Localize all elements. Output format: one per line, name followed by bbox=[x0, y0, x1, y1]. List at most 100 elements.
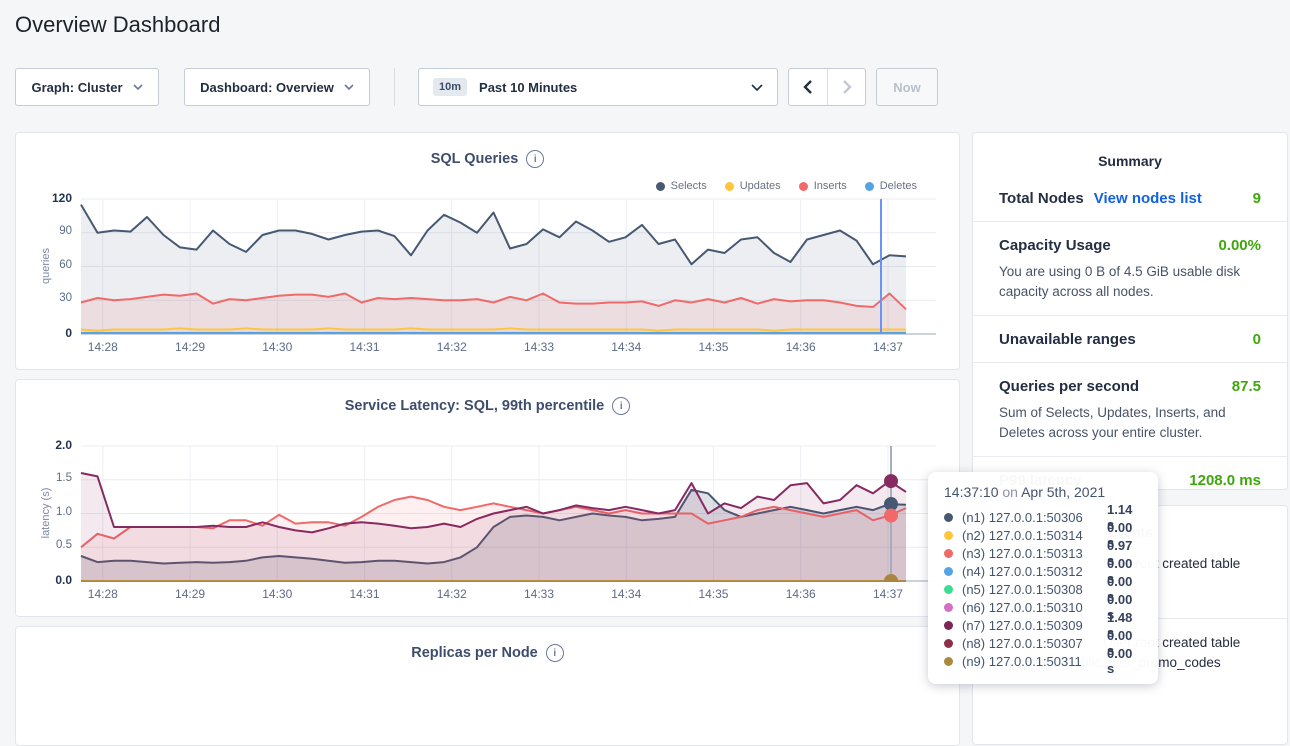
y-tick-label: 1.0 bbox=[56, 506, 72, 518]
x-tick-label: 14:33 bbox=[517, 587, 561, 601]
sql-queries-panel: SQL Queries Selects Updates Inserts Deletes… bbox=[15, 132, 960, 370]
y-tick-label: 0 bbox=[65, 326, 72, 340]
y-tick-label: 90 bbox=[59, 225, 72, 237]
node-color-dot bbox=[944, 513, 953, 522]
summary-value: 9 bbox=[1253, 190, 1261, 207]
summary-header: Summary bbox=[973, 153, 1287, 169]
legend-item-selects[interactable]: Selects bbox=[656, 180, 707, 192]
legend-item-deletes[interactable]: Deletes bbox=[865, 180, 917, 192]
node-address: (n6) 127.0.0.1:50310 bbox=[962, 600, 1107, 615]
summary-label: Capacity Usage bbox=[999, 237, 1111, 254]
x-tick-label: 14:33 bbox=[517, 340, 561, 354]
summary-value: 0 bbox=[1253, 331, 1261, 348]
service-latency-panel: Service Latency: SQL, 99th percentile la… bbox=[15, 379, 960, 617]
time-range-picker[interactable]: 10m Past 10 Minutes bbox=[418, 68, 778, 106]
view-nodes-list-link[interactable]: View nodes list bbox=[1094, 190, 1202, 207]
summary-label: Unavailable ranges bbox=[999, 331, 1136, 348]
chevron-left-icon bbox=[802, 79, 813, 95]
service-latency-title: Service Latency: SQL, 99th percentile bbox=[345, 398, 605, 414]
x-tick-label: 14:37 bbox=[866, 340, 910, 354]
graph-select-dropdown[interactable]: Graph: Cluster bbox=[15, 68, 159, 106]
toolbar-divider bbox=[394, 68, 395, 106]
time-range-badge: 10m bbox=[433, 78, 467, 96]
time-step-buttons bbox=[788, 68, 866, 106]
x-tick-label: 14:36 bbox=[779, 340, 823, 354]
x-tick-label: 14:28 bbox=[81, 340, 125, 354]
node-color-dot bbox=[944, 657, 953, 666]
legend-item-inserts[interactable]: Inserts bbox=[799, 180, 847, 192]
x-tick-label: 14:30 bbox=[255, 340, 299, 354]
dashboard-select-label: Dashboard: Overview bbox=[200, 80, 334, 95]
node-address: (n7) 127.0.0.1:50309 bbox=[962, 618, 1107, 633]
legend-label: Selects bbox=[671, 180, 707, 192]
legend-dot bbox=[865, 182, 874, 191]
x-tick-label: 14:36 bbox=[779, 587, 823, 601]
replicas-per-node-panel: Replicas per Node bbox=[15, 626, 960, 746]
node-address: (n5) 127.0.0.1:50308 bbox=[962, 582, 1107, 597]
summary-description: Sum of Selects, Updates, Inserts, and De… bbox=[999, 403, 1261, 442]
node-color-dot bbox=[944, 639, 953, 648]
x-tick-label: 14:29 bbox=[168, 587, 212, 601]
summary-label: Total Nodes bbox=[999, 190, 1084, 207]
legend-item-updates[interactable]: Updates bbox=[725, 180, 781, 192]
summary-item-capacity-usage: Capacity Usage 0.00% You are using 0 B o… bbox=[973, 222, 1287, 316]
tooltip-timestamp: 14:37:10 on Apr 5th, 2021 bbox=[944, 484, 1142, 500]
summary-value: 87.5 bbox=[1232, 378, 1261, 395]
x-axis-labels: 14:2814:2914:3014:3114:3214:3314:3414:35… bbox=[81, 587, 936, 601]
x-axis-labels: 14:28 14:29 14:30 14:31 14:32 14:33 14:34 14:35… bbox=[81, 340, 936, 354]
dashboard-select-dropdown[interactable]: Dashboard: Overview bbox=[184, 68, 370, 106]
node-address: (n1) 127.0.0.1:50306 bbox=[962, 510, 1107, 525]
summary-value: 1208.0 ms bbox=[1189, 472, 1261, 489]
node-color-dot bbox=[944, 621, 953, 630]
summary-item-total-nodes: Total Nodes View nodes list 9 bbox=[973, 175, 1287, 222]
graph-select-label: Graph: Cluster bbox=[31, 80, 122, 95]
info-icon[interactable] bbox=[546, 644, 564, 662]
x-tick-label: 14:37 bbox=[866, 587, 910, 601]
x-tick-label: 14:31 bbox=[343, 340, 387, 354]
legend-label: Updates bbox=[740, 180, 781, 192]
y-tick-label: 1.5 bbox=[56, 472, 72, 484]
service-latency-plot[interactable] bbox=[81, 446, 936, 581]
y-tick-label: 120 bbox=[52, 191, 72, 205]
y-axis-labels: 0306090120 bbox=[16, 199, 72, 334]
node-color-dot bbox=[944, 549, 953, 558]
info-icon[interactable] bbox=[612, 397, 630, 415]
y-tick-label: 60 bbox=[59, 259, 72, 271]
legend-dot bbox=[725, 182, 734, 191]
y-tick-label: 30 bbox=[59, 292, 72, 304]
prev-time-button[interactable] bbox=[789, 69, 827, 105]
x-tick-label: 14:32 bbox=[430, 340, 474, 354]
x-tick-label: 14:28 bbox=[81, 587, 125, 601]
node-address: (n9) 127.0.0.1:50311 bbox=[962, 654, 1107, 669]
summary-label: Queries per second bbox=[999, 378, 1139, 395]
legend-label: Inserts bbox=[814, 180, 847, 192]
node-color-dot bbox=[944, 567, 953, 576]
sql-queries-legend: Selects Updates Inserts Deletes bbox=[656, 180, 917, 192]
node-address: (n4) 127.0.0.1:50312 bbox=[962, 564, 1107, 579]
node-address: (n3) 127.0.0.1:50313 bbox=[962, 546, 1107, 561]
legend-dot bbox=[799, 182, 808, 191]
legend-label: Deletes bbox=[880, 180, 917, 192]
chevron-right-icon bbox=[841, 79, 852, 95]
tooltip-node-row: (n9) 127.0.0.1:503110.00 s bbox=[944, 652, 1142, 670]
x-tick-label: 14:32 bbox=[430, 587, 474, 601]
info-icon[interactable] bbox=[526, 150, 544, 168]
x-tick-label: 14:31 bbox=[343, 587, 387, 601]
node-color-dot bbox=[944, 603, 953, 612]
legend-dot bbox=[656, 182, 665, 191]
now-button[interactable]: Now bbox=[876, 68, 938, 106]
x-tick-label: 14:30 bbox=[255, 587, 299, 601]
sql-queries-plot[interactable] bbox=[81, 199, 936, 334]
x-tick-label: 14:35 bbox=[691, 340, 735, 354]
node-color-dot bbox=[944, 585, 953, 594]
summary-item-unavailable-ranges: Unavailable ranges 0 bbox=[973, 316, 1287, 363]
x-tick-label: 14:34 bbox=[604, 340, 648, 354]
sql-queries-title: SQL Queries bbox=[431, 151, 519, 167]
chevron-down-icon bbox=[344, 84, 354, 90]
node-latency-value: 0.00 s bbox=[1107, 646, 1142, 676]
x-tick-label: 14:29 bbox=[168, 340, 212, 354]
next-time-button[interactable] bbox=[827, 69, 866, 105]
summary-description: You are using 0 B of 4.5 GiB usable disk… bbox=[999, 262, 1261, 301]
y-tick-label: 0.0 bbox=[55, 573, 72, 587]
node-color-dot bbox=[944, 531, 953, 540]
